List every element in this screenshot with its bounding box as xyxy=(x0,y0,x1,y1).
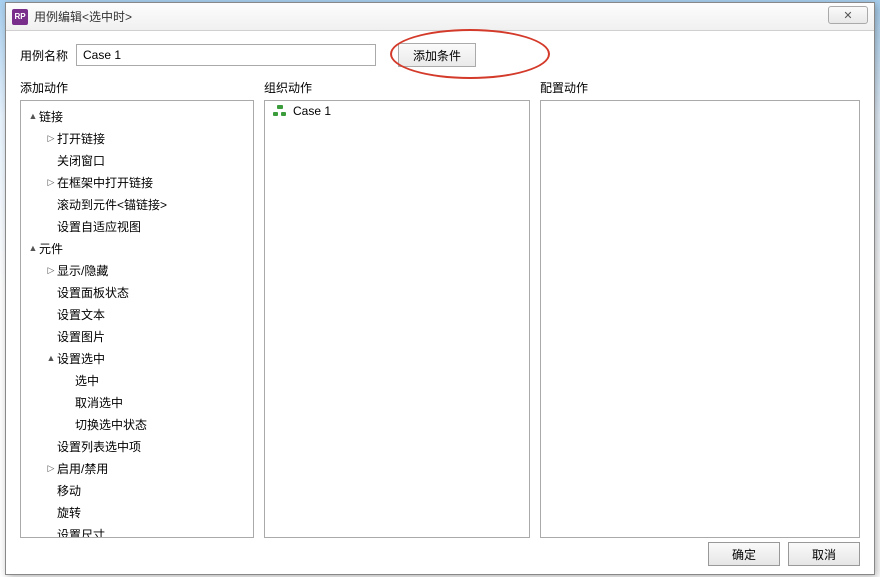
collapse-icon[interactable]: ▲ xyxy=(45,353,57,363)
tree-item-label: 设置面板状态 xyxy=(57,284,129,301)
tree-item[interactable]: 设置面板状态 xyxy=(21,281,253,303)
case-name-input[interactable] xyxy=(76,44,376,66)
add-action-scroll[interactable]: ▲链接▷打开链接关闭窗口▷在框架中打开链接滚动到元件<锚链接>设置自适应视图▲元… xyxy=(21,101,253,537)
tree-item[interactable]: 设置尺寸 xyxy=(21,523,253,537)
tree-item[interactable]: ▷显示/隐藏 xyxy=(21,259,253,281)
tree-item-label: 设置图片 xyxy=(57,328,105,345)
case-name-row: 用例名称 添加条件 xyxy=(20,43,860,67)
tree-item[interactable]: ▲设置选中 xyxy=(21,347,253,369)
organize-action-panel: Case 1 xyxy=(264,100,530,538)
tree-item[interactable]: 选中 xyxy=(21,369,253,391)
expand-icon[interactable]: ▷ xyxy=(45,463,57,474)
expand-icon[interactable]: ▷ xyxy=(45,133,57,144)
case-name-label: 用例名称 xyxy=(20,47,68,64)
dialog-window: RP 用例编辑<选中时> ✕ 用例名称 添加条件 添加动作 组织动作 配置动作 … xyxy=(5,2,875,575)
tree-item[interactable]: 关闭窗口 xyxy=(21,149,253,171)
tree-item-label: 移动 xyxy=(57,482,81,499)
tree-item-label: 选中 xyxy=(75,372,99,389)
dialog-content: 用例名称 添加条件 添加动作 组织动作 配置动作 ▲链接▷打开链接关闭窗口▷在框… xyxy=(6,31,874,546)
tree-item-label: 取消选中 xyxy=(75,394,123,411)
collapse-icon[interactable]: ▲ xyxy=(27,243,39,253)
tree-item[interactable]: 取消选中 xyxy=(21,391,253,413)
tree-item-label: 设置列表选中项 xyxy=(57,438,141,455)
cancel-button[interactable]: 取消 xyxy=(788,542,860,566)
add-condition-button[interactable]: 添加条件 xyxy=(398,43,476,67)
tree-item[interactable]: ▲链接 xyxy=(21,105,253,127)
tree-item-label: 显示/隐藏 xyxy=(57,262,108,279)
tree-item-label: 在框架中打开链接 xyxy=(57,174,153,191)
tree-item-label: 设置自适应视图 xyxy=(57,218,141,235)
tree-item[interactable]: 设置图片 xyxy=(21,325,253,347)
tree-item[interactable]: ▲元件 xyxy=(21,237,253,259)
add-action-header: 添加动作 xyxy=(20,79,264,96)
close-button[interactable]: ✕ xyxy=(828,6,868,24)
tree-item[interactable]: 切换选中状态 xyxy=(21,413,253,435)
tree-item-label: 设置选中 xyxy=(57,350,105,367)
titlebar: RP 用例编辑<选中时> ✕ xyxy=(6,3,874,31)
tree-item-label: 关闭窗口 xyxy=(57,152,105,169)
tree-item-label: 设置文本 xyxy=(57,306,105,323)
tree-item-label: 启用/禁用 xyxy=(57,460,108,477)
tree-item[interactable]: ▷启用/禁用 xyxy=(21,457,253,479)
tree-item-label: 设置尺寸 xyxy=(57,526,105,538)
tree-item-label: 旋转 xyxy=(57,504,81,521)
panels-row: ▲链接▷打开链接关闭窗口▷在框架中打开链接滚动到元件<锚链接>设置自适应视图▲元… xyxy=(20,100,860,538)
tree-item-label: 元件 xyxy=(39,240,63,257)
configure-action-panel xyxy=(540,100,860,538)
app-icon: RP xyxy=(12,9,28,25)
organize-case-label: Case 1 xyxy=(293,104,331,118)
organize-case-item[interactable]: Case 1 xyxy=(265,101,529,121)
collapse-icon[interactable]: ▲ xyxy=(27,111,39,121)
organize-action-header: 组织动作 xyxy=(264,79,540,96)
tree-item[interactable]: 设置文本 xyxy=(21,303,253,325)
section-headers: 添加动作 组织动作 配置动作 xyxy=(20,79,860,96)
action-tree: ▲链接▷打开链接关闭窗口▷在框架中打开链接滚动到元件<锚链接>设置自适应视图▲元… xyxy=(21,101,253,537)
tree-item-label: 链接 xyxy=(39,108,63,125)
window-title: 用例编辑<选中时> xyxy=(34,8,132,25)
dialog-footer: 确定 取消 xyxy=(708,542,860,566)
configure-action-header: 配置动作 xyxy=(540,79,860,96)
flowchart-icon xyxy=(273,105,287,117)
ok-button[interactable]: 确定 xyxy=(708,542,780,566)
tree-item[interactable]: ▷打开链接 xyxy=(21,127,253,149)
tree-item-label: 切换选中状态 xyxy=(75,416,147,433)
tree-item[interactable]: 移动 xyxy=(21,479,253,501)
expand-icon[interactable]: ▷ xyxy=(45,177,57,188)
tree-item[interactable]: 滚动到元件<锚链接> xyxy=(21,193,253,215)
tree-item-label: 打开链接 xyxy=(57,130,105,147)
tree-item[interactable]: 设置自适应视图 xyxy=(21,215,253,237)
tree-item[interactable]: ▷在框架中打开链接 xyxy=(21,171,253,193)
tree-item[interactable]: 设置列表选中项 xyxy=(21,435,253,457)
tree-item-label: 滚动到元件<锚链接> xyxy=(57,196,167,213)
expand-icon[interactable]: ▷ xyxy=(45,265,57,276)
add-action-panel: ▲链接▷打开链接关闭窗口▷在框架中打开链接滚动到元件<锚链接>设置自适应视图▲元… xyxy=(20,100,254,538)
tree-item[interactable]: 旋转 xyxy=(21,501,253,523)
